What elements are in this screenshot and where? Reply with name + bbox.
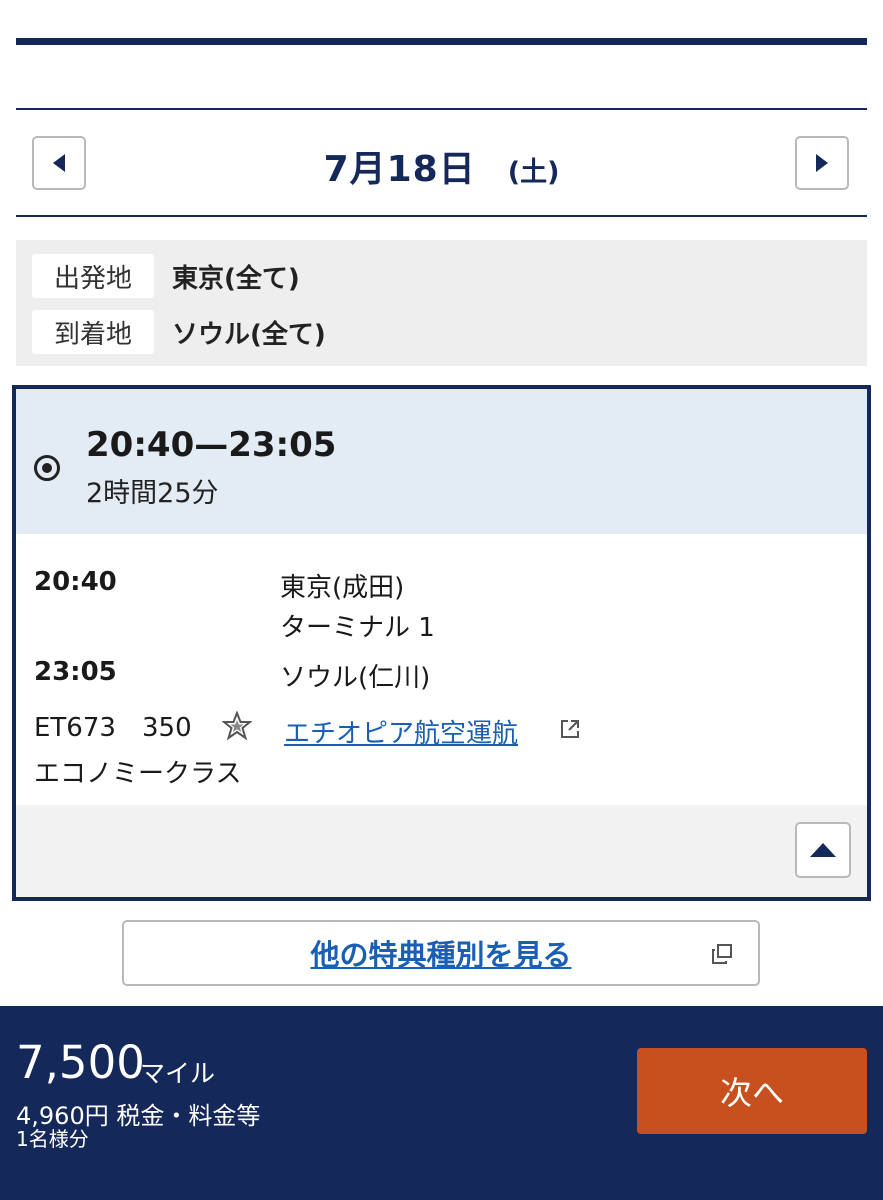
star-alliance-icon xyxy=(222,711,252,741)
next-button[interactable]: 次へ xyxy=(637,1048,867,1134)
destination-value: ソウル(全て) xyxy=(172,319,326,350)
cabin-class: エコノミークラス xyxy=(34,759,242,789)
departure-time: 20:40 xyxy=(34,567,117,597)
passenger-count: 1名様分 xyxy=(16,1127,89,1151)
destination-row: 到着地 ソウル(全て) xyxy=(32,310,326,354)
date-navigation: 7月18日 (土) xyxy=(16,108,867,217)
flight-time-range: 20:40—23:05 xyxy=(86,425,337,465)
open-window-icon xyxy=(712,944,732,964)
departure-airport: 東京(成田) xyxy=(280,573,405,603)
flight-summary-header[interactable]: 20:40—23:05 2時間25分 xyxy=(16,389,867,534)
flight-select-radio[interactable] xyxy=(34,455,60,481)
external-link-icon[interactable] xyxy=(558,717,582,741)
price-summary-bar: 7,500 マイル 4,960円 税金・料金等 1名様分 次へ xyxy=(0,1006,883,1200)
collapse-button[interactable] xyxy=(795,822,851,878)
flight-duration: 2時間25分 xyxy=(86,478,219,509)
route-summary: 出発地 東京(全て) 到着地 ソウル(全て) xyxy=(16,240,867,366)
departure-terminal: ターミナル 1 xyxy=(280,613,435,643)
selected-date: 7月18日 (土) xyxy=(16,140,867,192)
next-day-button[interactable] xyxy=(795,136,849,190)
flight-option-card: 20:40—23:05 2時間25分 20:40 東京(成田) ターミナル 1 … xyxy=(12,385,871,901)
arrival-time: 23:05 xyxy=(34,657,117,687)
other-award-types-label: 他の特典種別を見る xyxy=(310,938,572,972)
flight-number: ET673 xyxy=(34,713,116,743)
other-award-types-button[interactable]: 他の特典種別を見る xyxy=(122,920,760,986)
caret-up-icon xyxy=(810,843,836,857)
miles-unit: マイル xyxy=(140,1059,216,1088)
operator-link[interactable]: エチオピア航空運航 xyxy=(284,713,518,750)
day-of-week-label: (土) xyxy=(507,157,560,188)
arrival-airport: ソウル(仁川) xyxy=(280,663,431,693)
miles-value: 7,500 xyxy=(16,1036,145,1089)
origin-row: 出発地 東京(全て) xyxy=(32,254,300,298)
chevron-right-icon xyxy=(816,154,828,172)
origin-value: 東京(全て) xyxy=(172,263,300,294)
destination-label: 到着地 xyxy=(32,310,154,354)
aircraft-type: 350 xyxy=(142,713,192,743)
top-divider xyxy=(16,38,867,45)
origin-label: 出発地 xyxy=(32,254,154,298)
date-label: 7月18日 xyxy=(323,149,476,190)
card-footer xyxy=(16,805,867,897)
